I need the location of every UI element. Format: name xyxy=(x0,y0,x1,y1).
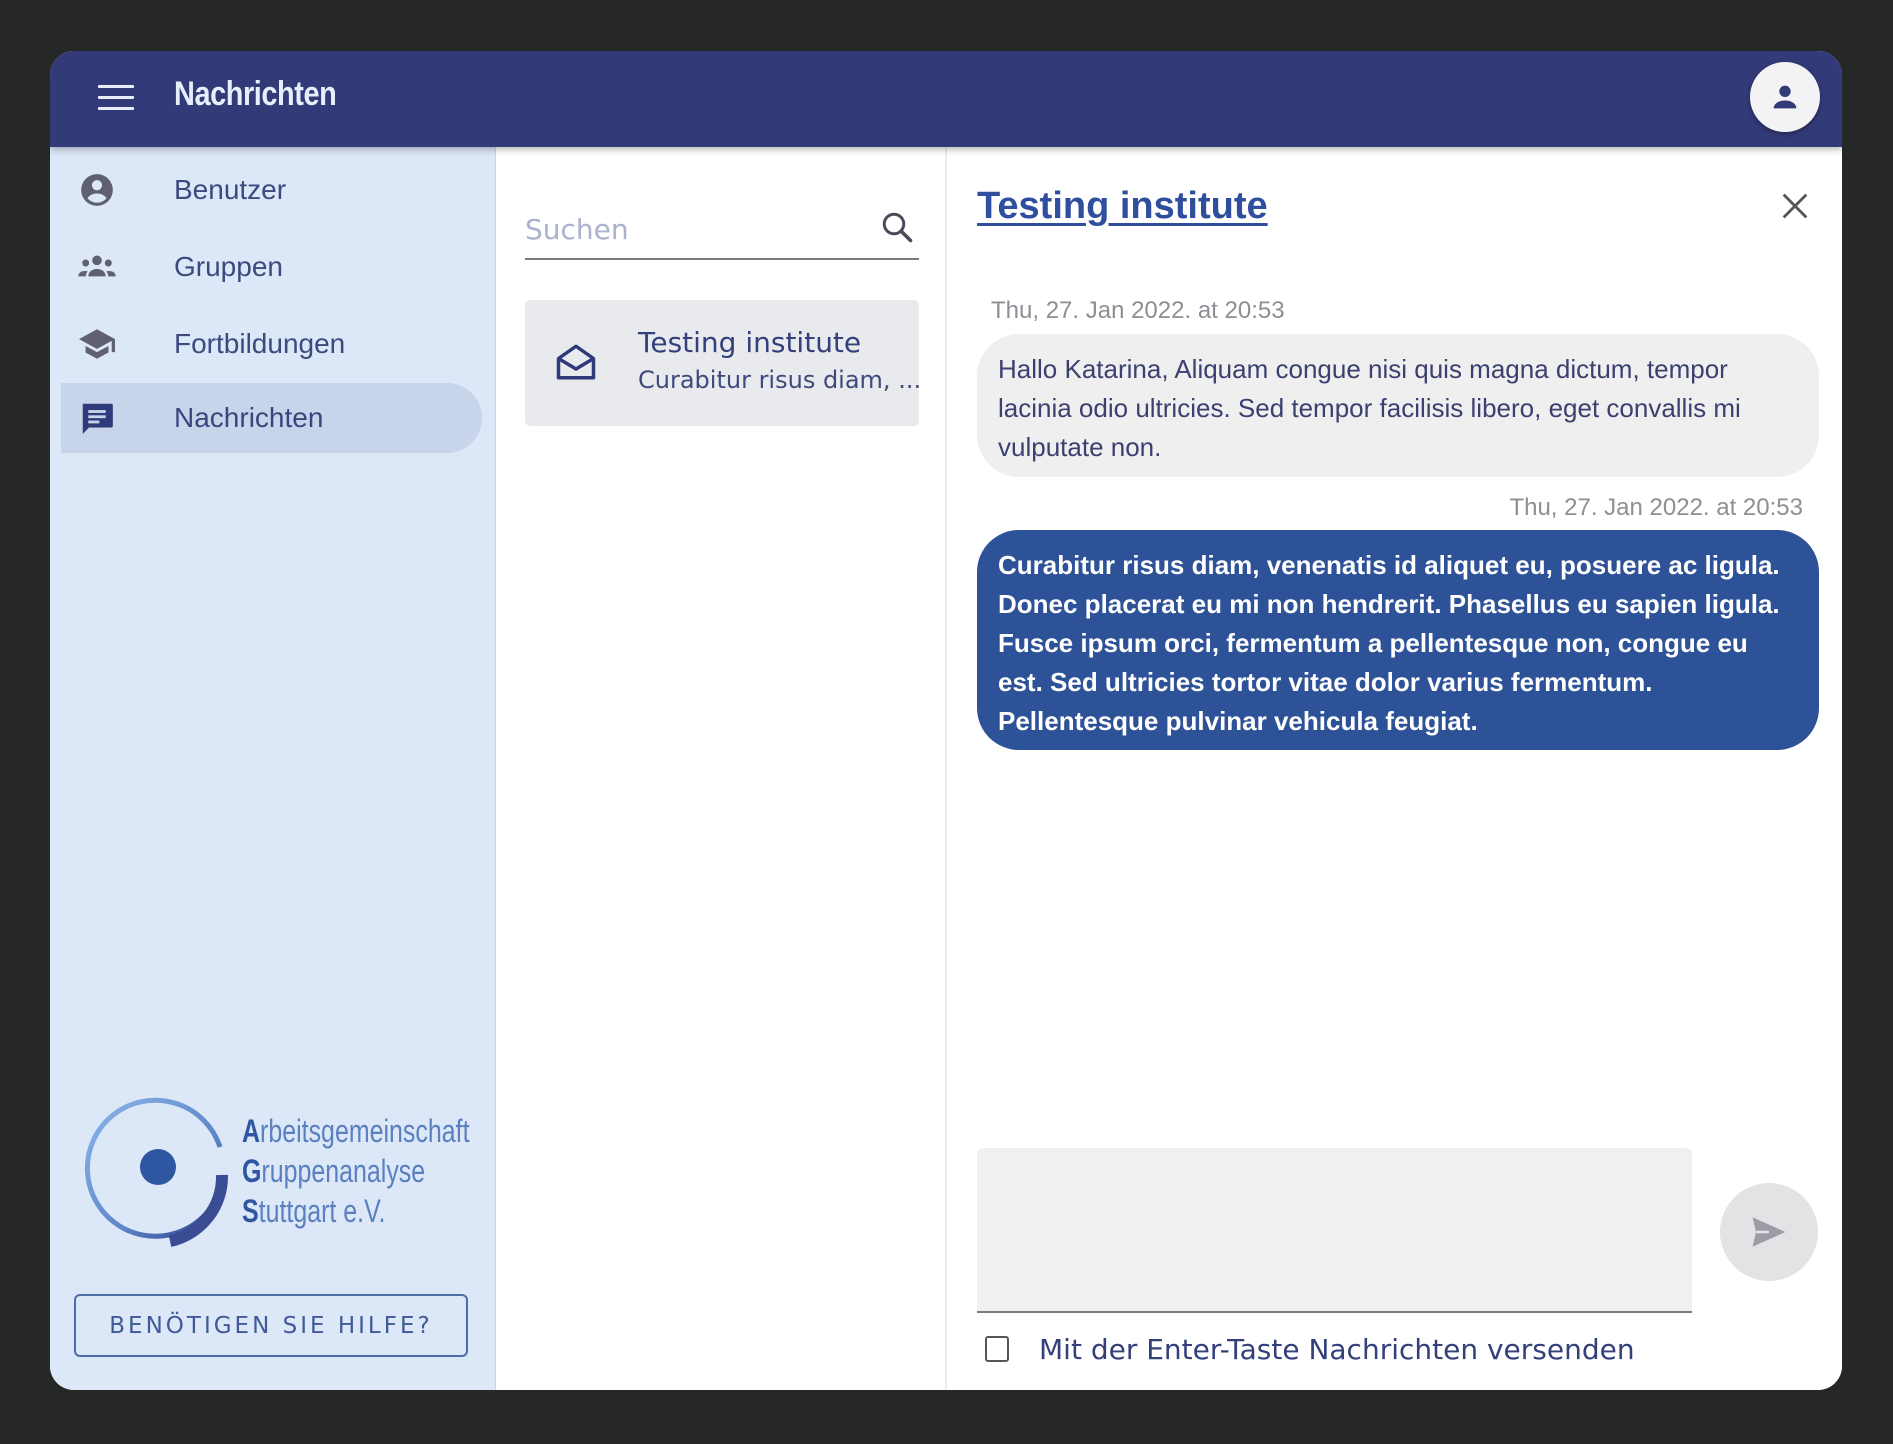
sidebar-item-label: Gruppen xyxy=(174,251,283,282)
chat-title-link[interactable]: Testing institute xyxy=(977,185,1268,228)
enter-to-send-checkbox[interactable] xyxy=(985,1336,1009,1362)
sidebar: Benutzer Gruppen Fortbildungen Nachricht… xyxy=(50,147,496,1390)
message-icon xyxy=(77,398,117,438)
chat-panel: Testing institute Thu, 27. Jan 2022. at … xyxy=(947,147,1842,1390)
account-circle-icon xyxy=(77,170,117,210)
message-timestamp: Thu, 27. Jan 2022. at 20:53 xyxy=(1509,494,1803,521)
message-input[interactable] xyxy=(977,1148,1692,1311)
sidebar-item-fortbildungen[interactable]: Fortbildungen xyxy=(61,309,482,379)
app-header: Nachrichten xyxy=(50,51,1842,147)
sent-message: Curabitur risus diam, venenatis id aliqu… xyxy=(977,530,1819,750)
groups-icon xyxy=(77,247,117,287)
enter-to-send-label[interactable]: Mit der Enter-Taste Nachrichten versende… xyxy=(1039,1333,1635,1366)
sidebar-item-gruppen[interactable]: Gruppen xyxy=(61,232,482,302)
compose-field xyxy=(977,1148,1692,1313)
sidebar-item-label: Fortbildungen xyxy=(174,328,346,359)
search-input[interactable] xyxy=(525,207,865,251)
help-button[interactable]: BENÖTIGEN SIE HILFE? xyxy=(74,1294,468,1357)
account-button[interactable] xyxy=(1750,62,1820,132)
sidebar-item-label: Benutzer xyxy=(174,174,287,205)
search-field xyxy=(525,197,919,260)
enter-to-send-option: Mit der Enter-Taste Nachrichten versende… xyxy=(985,1329,1635,1369)
logo-text: Arbeitsgemeinschaft Gruppenanalyse Stutt… xyxy=(242,1113,470,1229)
send-button[interactable] xyxy=(1720,1183,1818,1281)
send-icon xyxy=(1752,1217,1786,1247)
app-window: Nachrichten Benutzer Gruppen Fortbildung… xyxy=(50,51,1842,1390)
conversation-title: Testing institute xyxy=(638,326,862,359)
account-icon xyxy=(1773,85,1797,109)
conversation-item[interactable]: Testing institute Curabitur risus diam, … xyxy=(525,300,922,426)
organization-logo: Arbeitsgemeinschaft Gruppenanalyse Stutt… xyxy=(80,1097,480,1247)
received-message: Hallo Katarina, Aliquam congue nisi quis… xyxy=(977,334,1819,477)
conversation-list-panel: Testing institute Curabitur risus diam, … xyxy=(496,147,947,1390)
device-frame: Nachrichten Benutzer Gruppen Fortbildung… xyxy=(0,0,1893,1444)
close-icon[interactable] xyxy=(1778,189,1812,223)
graduation-cap-icon xyxy=(77,324,117,364)
message-timestamp: Thu, 27. Jan 2022. at 20:53 xyxy=(991,297,1285,324)
sidebar-item-benutzer[interactable]: Benutzer xyxy=(61,155,482,225)
hamburger-menu-icon[interactable] xyxy=(98,85,134,113)
page-title: Nachrichten xyxy=(174,75,337,113)
sidebar-item-nachrichten[interactable]: Nachrichten xyxy=(61,383,482,453)
logo-mark-icon xyxy=(84,1097,229,1247)
conversation-snippet: Curabitur risus diam, ... xyxy=(638,366,922,394)
search-icon[interactable] xyxy=(879,209,915,245)
envelope-open-icon xyxy=(556,344,596,380)
sidebar-item-label: Nachrichten xyxy=(174,402,324,433)
